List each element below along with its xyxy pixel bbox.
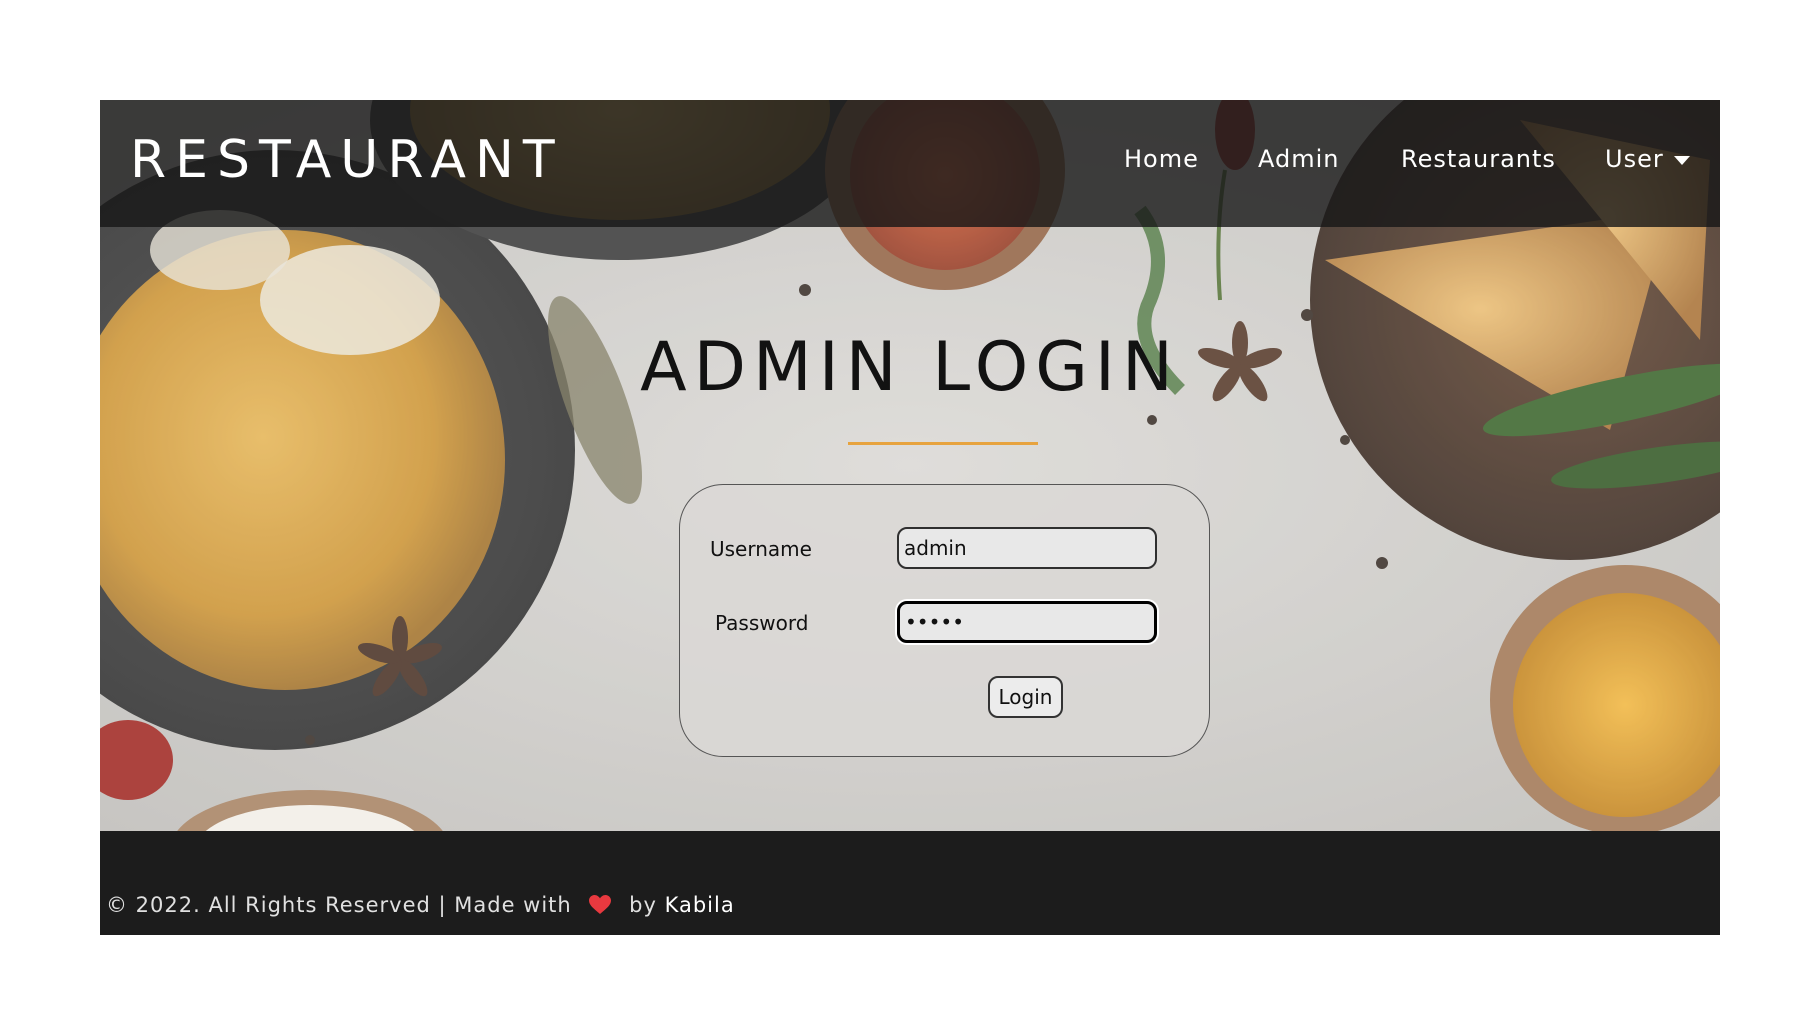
footer-made-with: © 2022. All Rights Reserved | Made with xyxy=(106,893,572,917)
footer-by: by xyxy=(629,893,657,917)
nav-link-restaurants[interactable]: Restaurants xyxy=(1401,145,1556,173)
title-underline xyxy=(848,442,1038,445)
heart-icon xyxy=(589,895,612,914)
brand-logo[interactable]: RESTAURANT xyxy=(130,130,564,190)
login-button[interactable]: Login xyxy=(988,676,1063,718)
footer-copyright: © 2022. All Rights Reserved | Made with … xyxy=(106,893,735,917)
footer-author: Kabila xyxy=(664,893,735,917)
username-input[interactable] xyxy=(897,527,1157,569)
nav-dropdown-user[interactable]: User xyxy=(1605,145,1664,173)
nav-link-home[interactable]: Home xyxy=(1124,145,1199,173)
nav-link-admin[interactable]: Admin xyxy=(1258,145,1340,173)
password-label: Password xyxy=(715,611,809,635)
password-input[interactable] xyxy=(897,601,1157,643)
footer: © 2022. All Rights Reserved | Made with … xyxy=(100,831,1720,935)
caret-down-icon[interactable] xyxy=(1674,156,1690,165)
hero-section: RESTAURANT Home Admin Restaurants User A… xyxy=(100,100,1720,831)
username-label: Username xyxy=(710,537,812,561)
login-form: Username Password Login xyxy=(679,484,1210,757)
page-frame: RESTAURANT Home Admin Restaurants User A… xyxy=(100,100,1720,935)
navbar: RESTAURANT Home Admin Restaurants User xyxy=(100,100,1720,227)
page-title: ADMIN LOGIN xyxy=(640,328,1180,407)
